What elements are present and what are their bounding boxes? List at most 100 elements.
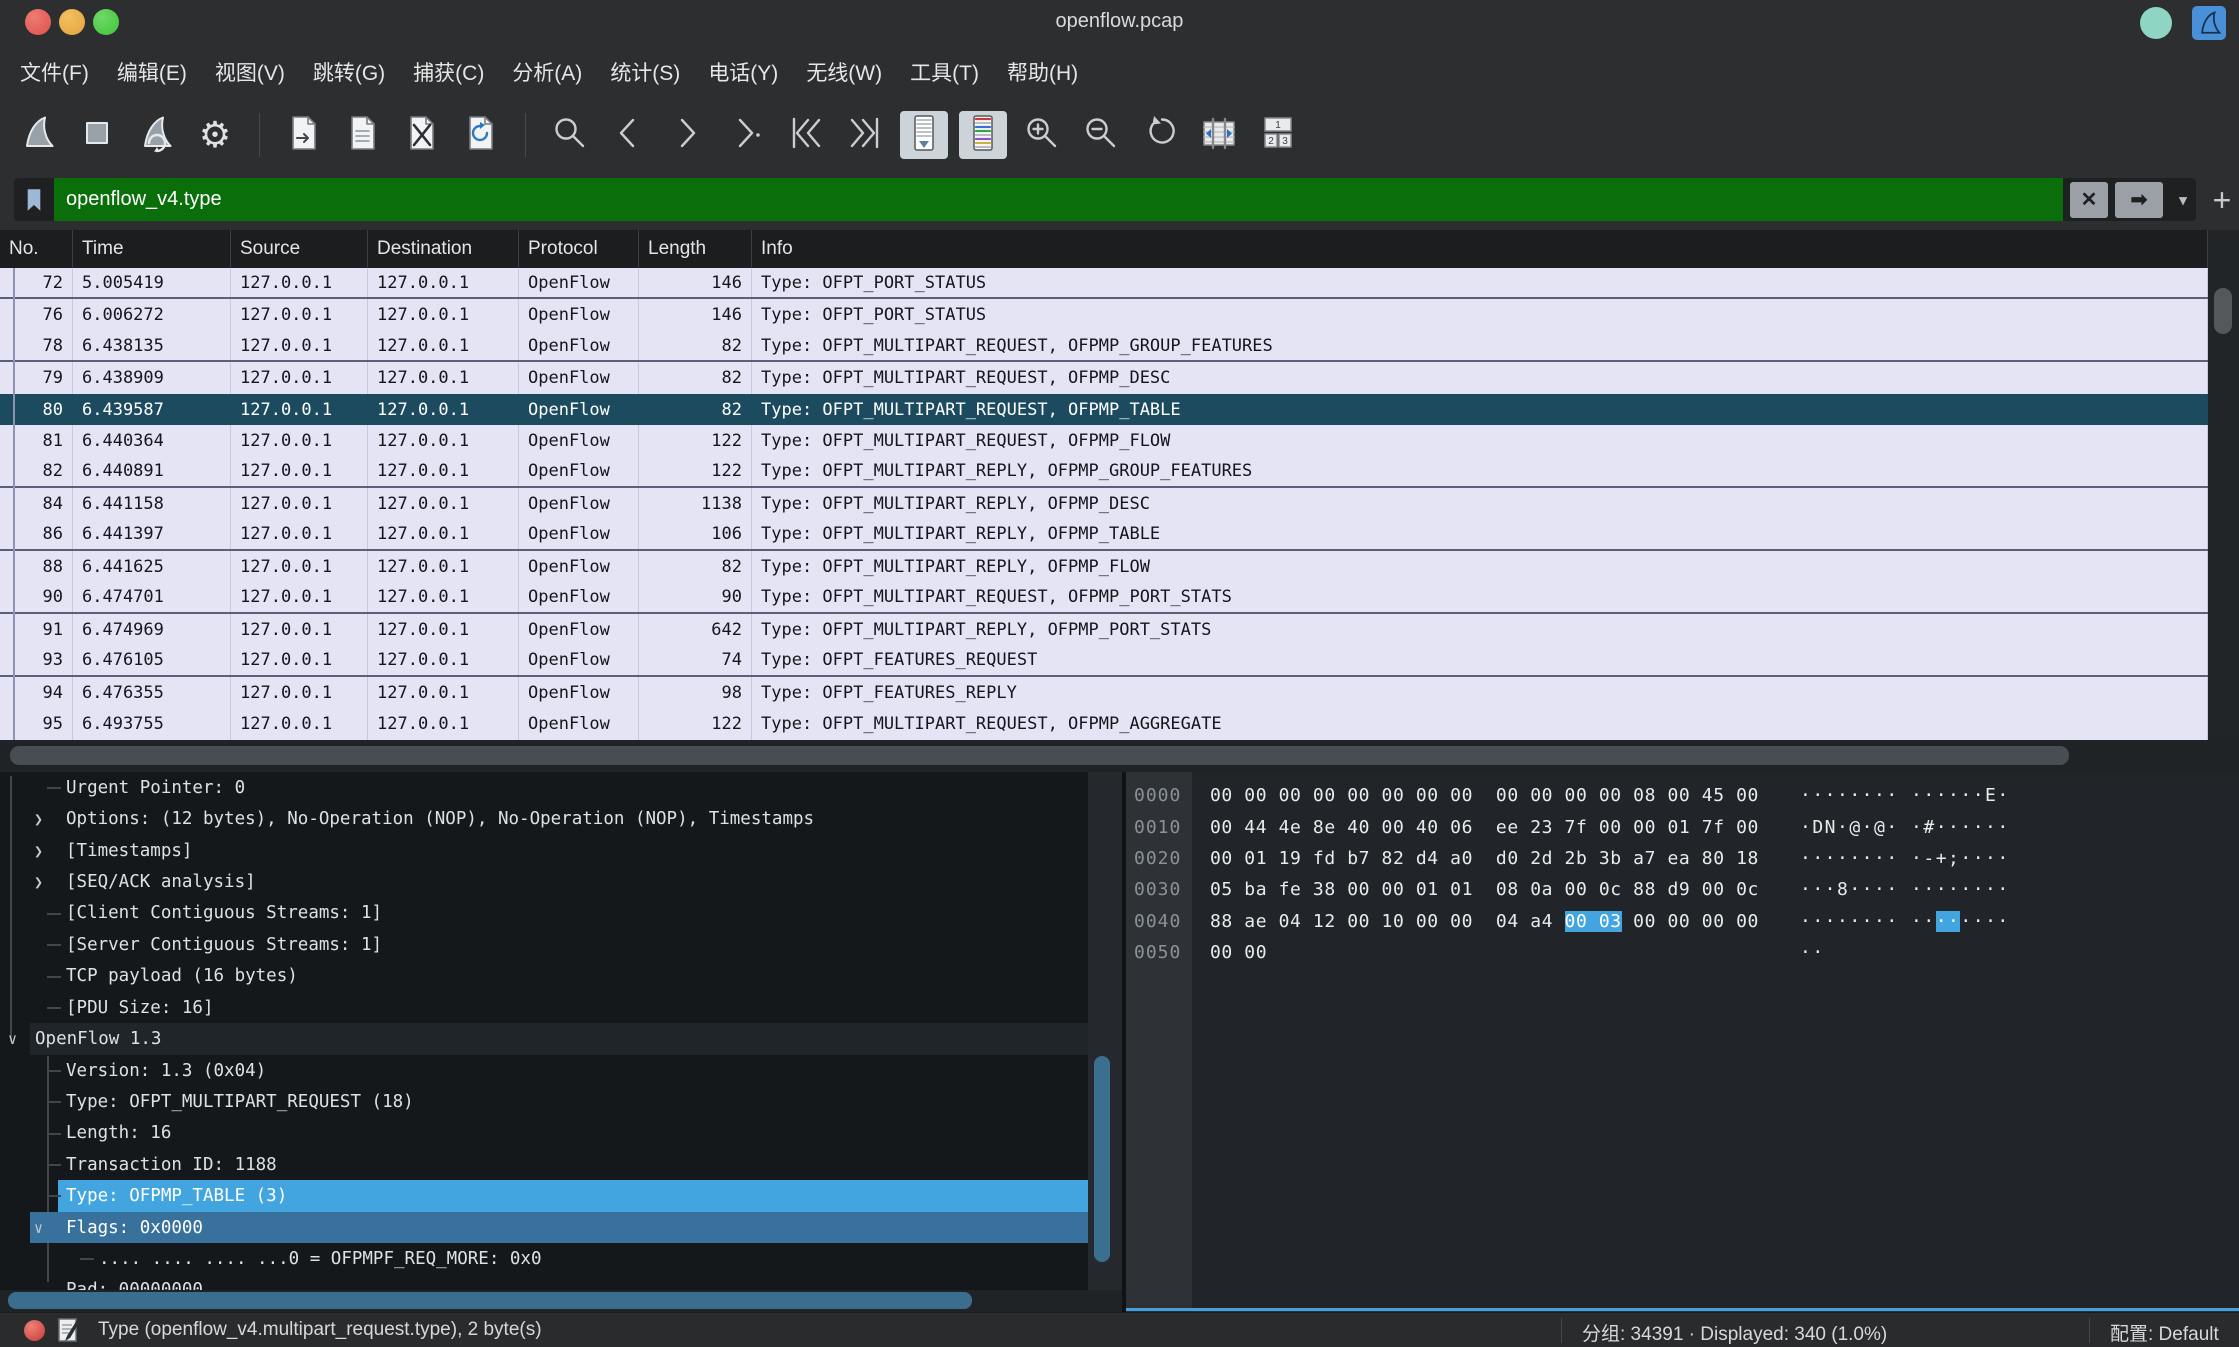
column-header-protocol[interactable]: Protocol [519, 230, 639, 268]
menu-item-go[interactable]: 跳转(G) [313, 57, 385, 87]
hex-bytes[interactable]: 00 01 19 fd b7 82 d4 a0 d0 2d 2b 3b a7 e… [1210, 848, 1759, 869]
close-file-button[interactable] [398, 111, 446, 159]
detail-tree-row[interactable]: Urgent Pointer: 0 [0, 772, 1122, 803]
expert-info-icon[interactable] [24, 1320, 45, 1341]
hex-bytes[interactable]: 00 44 4e 8e 40 00 40 06 ee 23 7f 00 00 0… [1210, 817, 1759, 838]
filter-add-button[interactable]: + [2204, 180, 2239, 220]
go-forward-button[interactable] [664, 111, 712, 159]
column-header-no[interactable]: No. [0, 230, 73, 268]
open-file-button[interactable] [280, 111, 328, 159]
status-profile[interactable]: 配置: Default [2110, 1319, 2219, 1346]
restart-capture-button[interactable] [132, 111, 180, 159]
hex-row[interactable]: 003005 ba fe 38 00 00 01 01 08 0a 00 0c … [1126, 874, 2239, 905]
auto-scroll-button[interactable] [900, 111, 948, 159]
capture-comment-icon[interactable] [56, 1317, 82, 1347]
menu-item-edit[interactable]: 编辑(E) [117, 57, 187, 87]
detail-tree-row[interactable]: [Client Contiguous Streams: 1] [0, 898, 1122, 929]
hex-row[interactable]: 002000 01 19 fd b7 82 d4 a0 d0 2d 2b 3b … [1126, 843, 2239, 874]
hex-ascii[interactable]: ·· [1800, 942, 1825, 963]
zoom-out-button[interactable] [1077, 111, 1125, 159]
menu-item-telephony[interactable]: 电话(Y) [708, 57, 778, 87]
go-first-button[interactable] [782, 111, 830, 159]
go-last-button[interactable] [841, 111, 889, 159]
detail-tree-row[interactable]: TCP payload (16 bytes) [0, 961, 1122, 992]
hex-bytes[interactable]: 00 00 00 00 00 00 00 00 00 00 00 00 08 0… [1210, 785, 1759, 806]
zoom-reset-button[interactable] [1136, 111, 1184, 159]
hex-row[interactable]: 000000 00 00 00 00 00 00 00 00 00 00 00 … [1126, 780, 2239, 811]
column-header-time[interactable]: Time [73, 230, 231, 268]
packet-list-header[interactable]: No.TimeSourceDestinationProtocolLengthIn… [0, 230, 2239, 268]
detail-vertical-scrollbar-thumb[interactable] [1094, 1056, 1110, 1262]
packet-row[interactable]: 886.441625127.0.0.1127.0.0.1OpenFlow82Ty… [0, 551, 2208, 582]
detail-tree-row[interactable]: Type: OFPT_MULTIPART_REQUEST (18) [0, 1086, 1122, 1117]
hex-ascii[interactable]: ···8···· ········ [1800, 879, 2010, 900]
detail-tree-row[interactable]: ∨OpenFlow 1.3 [0, 1023, 1122, 1054]
menu-item-wireless[interactable]: 无线(W) [806, 57, 882, 87]
colorize-button[interactable] [959, 111, 1007, 159]
detail-horizontal-scrollbar-thumb[interactable] [8, 1292, 972, 1309]
reload-file-button[interactable] [457, 111, 505, 159]
wireshark-tray-icon[interactable] [2192, 6, 2226, 40]
hex-bytes[interactable]: 05 ba fe 38 00 00 01 01 08 0a 00 0c 88 d… [1210, 879, 1759, 900]
packet-row[interactable]: 766.006272127.0.0.1127.0.0.1OpenFlow146T… [0, 299, 2208, 330]
packet-row[interactable]: 725.005419127.0.0.1127.0.0.1OpenFlow146T… [0, 268, 2208, 299]
detail-tree-row[interactable]: Type: OFPMP_TABLE (3) [0, 1180, 1122, 1211]
display-filter-field[interactable]: openflow_v4.type ✕ ➡ ▾ [14, 178, 2196, 221]
filter-bookmark-icon[interactable] [14, 178, 54, 221]
column-header-source[interactable]: Source [231, 230, 368, 268]
menu-item-analyze[interactable]: 分析(A) [512, 57, 582, 87]
find-packet-button[interactable] [546, 111, 594, 159]
packet-row[interactable]: 826.440891127.0.0.1127.0.0.1OpenFlow122T… [0, 457, 2208, 488]
hex-ascii[interactable]: ········ ······E· [1800, 785, 2010, 806]
filter-dropdown-chevron-icon[interactable]: ▾ [2170, 182, 2196, 218]
packet-list-vertical-scrollbar-thumb[interactable] [2214, 288, 2232, 334]
hex-row[interactable]: 004088 ae 04 12 00 10 00 00 04 a4 00 03 … [1126, 906, 2239, 937]
resize-columns-button[interactable] [1195, 111, 1243, 159]
packet-row[interactable]: 866.441397127.0.0.1127.0.0.1OpenFlow106T… [0, 520, 2208, 551]
go-to-packet-button[interactable] [723, 111, 771, 159]
menu-item-statistics[interactable]: 统计(S) [610, 57, 680, 87]
detail-tree-row[interactable]: ❯[Timestamps] [0, 835, 1122, 866]
hex-bytes[interactable]: 00 00 [1210, 942, 1267, 963]
column-header-info[interactable]: Info [752, 230, 2208, 268]
detail-tree-row[interactable]: [Server Contiguous Streams: 1] [0, 929, 1122, 960]
detail-tree-row[interactable]: ❯[SEQ/ACK analysis] [0, 866, 1122, 897]
filter-apply-button[interactable]: ➡ [2115, 182, 2163, 218]
start-capture-button[interactable] [14, 111, 62, 159]
detail-tree-row[interactable]: .... .... .... ...0 = OFPMPF_REQ_MORE: 0… [0, 1243, 1122, 1274]
packet-row[interactable]: 916.474969127.0.0.1127.0.0.1OpenFlow642T… [0, 614, 2208, 645]
packet-row[interactable]: 846.441158127.0.0.1127.0.0.1OpenFlow1138… [0, 488, 2208, 519]
menu-item-capture[interactable]: 捕获(C) [413, 57, 484, 87]
layout-123-button[interactable]: 123 [1254, 111, 1302, 159]
menu-item-help[interactable]: 帮助(H) [1007, 57, 1078, 87]
packet-row[interactable]: 806.439587127.0.0.1127.0.0.1OpenFlow82Ty… [0, 394, 2208, 425]
tray-status-dot-icon[interactable] [2140, 7, 2172, 39]
hex-ascii[interactable]: ········ ········ [1800, 911, 2010, 932]
detail-tree-row[interactable]: Version: 1.3 (0x04) [0, 1055, 1122, 1086]
detail-tree-row[interactable]: Length: 16 [0, 1118, 1122, 1149]
hex-ascii[interactable]: ········ ·-+;···· [1800, 848, 2010, 869]
hex-row[interactable]: 005000 00·· [1126, 937, 2239, 968]
filter-input-area[interactable]: openflow_v4.type [54, 178, 2063, 221]
detail-tree-row[interactable]: Transaction ID: 1188 [0, 1149, 1122, 1180]
column-header-length[interactable]: Length [639, 230, 752, 268]
detail-tree-row[interactable]: Pad: 00000000 [0, 1275, 1122, 1290]
save-file-button[interactable] [339, 111, 387, 159]
packet-row[interactable]: 786.438135127.0.0.1127.0.0.1OpenFlow82Ty… [0, 331, 2208, 362]
detail-tree-row[interactable]: [PDU Size: 16] [0, 992, 1122, 1023]
filter-input-value[interactable]: openflow_v4.type [54, 188, 222, 211]
column-header-destination[interactable]: Destination [368, 230, 519, 268]
menu-item-file[interactable]: 文件(F) [20, 57, 89, 87]
capture-options-button[interactable]: ⚙ [191, 111, 239, 159]
menu-item-tools[interactable]: 工具(T) [910, 57, 979, 87]
go-back-button[interactable] [605, 111, 653, 159]
detail-tree-row[interactable]: ❯Options: (12 bytes), No-Operation (NOP)… [0, 803, 1122, 834]
zoom-in-button[interactable] [1018, 111, 1066, 159]
menu-item-view[interactable]: 视图(V) [215, 57, 285, 87]
packet-row[interactable]: 956.493755127.0.0.1127.0.0.1OpenFlow122T… [0, 708, 2208, 739]
filter-clear-button[interactable]: ✕ [2070, 182, 2108, 218]
packet-row[interactable]: 936.476105127.0.0.1127.0.0.1OpenFlow74Ty… [0, 645, 2208, 676]
packet-row[interactable]: 946.476355127.0.0.1127.0.0.1OpenFlow98Ty… [0, 677, 2208, 708]
packet-row[interactable]: 796.438909127.0.0.1127.0.0.1OpenFlow82Ty… [0, 362, 2208, 393]
hex-ascii[interactable]: ·DN·@·@· ·#······ [1800, 817, 2010, 838]
